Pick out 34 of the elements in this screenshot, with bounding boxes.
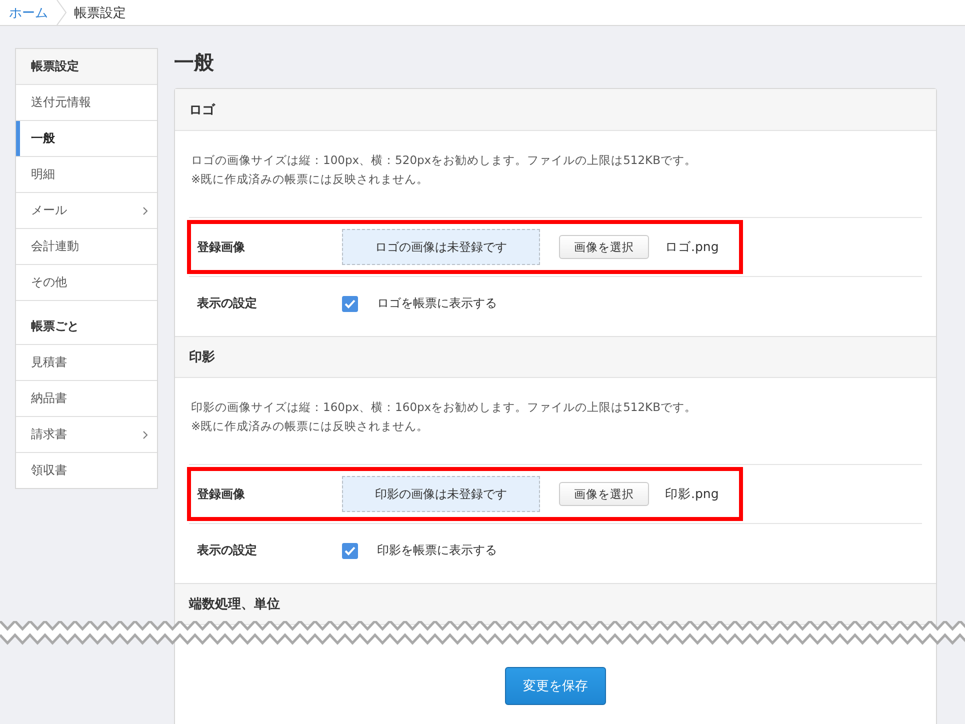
- sidebar-item[interactable]: 請求書: [16, 417, 157, 453]
- breadcrumb-current: 帳票設定: [74, 4, 127, 22]
- description-text: ※既に作成済みの帳票には反映されません。: [191, 171, 430, 188]
- sidebar-item[interactable]: 納品書: [16, 381, 157, 417]
- sidebar-item[interactable]: 会計連動: [16, 229, 157, 265]
- sidebar-item[interactable]: 送付元情報: [16, 85, 157, 121]
- select-image-button[interactable]: 画像を選択: [559, 482, 649, 506]
- section-title: ロゴ: [189, 102, 215, 118]
- sidebar-item[interactable]: 見積書: [16, 345, 157, 381]
- sidebar-heading: 帳票設定: [16, 49, 157, 85]
- description-text: 印影の画像サイズは縦：160px、横：160pxをお勧めします。ファイルの上限は512KBです。: [191, 399, 698, 416]
- sidebar-item[interactable]: 明細: [16, 157, 157, 193]
- file-name: 印影.png: [665, 486, 719, 502]
- file-name: ロゴ.png: [665, 238, 719, 256]
- section-title: 端数処理、単位: [189, 596, 280, 613]
- page-title: 一般: [174, 50, 215, 75]
- sidebar-item[interactable]: 一般: [16, 121, 157, 157]
- checkbox-label: ロゴを帳票に表示する: [377, 295, 497, 312]
- image-drop-zone[interactable]: ロゴの画像は未登録です: [342, 229, 540, 265]
- checkbox[interactable]: [342, 296, 358, 312]
- description-text: ロゴの画像サイズは縦：100px、横：520pxをお勧めします。ファイルの上限は512KBです。: [191, 152, 698, 169]
- section-title: 印影: [189, 349, 215, 366]
- sidebar-item[interactable]: 領収書: [16, 453, 157, 488]
- description-text: ※既に作成済みの帳票には反映されません。: [191, 418, 430, 435]
- select-image-button[interactable]: 画像を選択: [559, 235, 649, 259]
- breadcrumb-link[interactable]: ホーム: [9, 4, 56, 22]
- checkbox-label: 印影を帳票に表示する: [377, 542, 497, 559]
- field-label: 登録画像: [197, 486, 246, 502]
- field-label: 表示の設定: [197, 295, 258, 312]
- checkbox[interactable]: [342, 542, 358, 558]
- image-drop-zone[interactable]: 印影の画像は未登録です: [342, 476, 540, 512]
- sidebar-item[interactable]: メール: [16, 193, 157, 229]
- field-label: 登録画像: [197, 238, 246, 256]
- field-label: 表示の設定: [197, 542, 258, 559]
